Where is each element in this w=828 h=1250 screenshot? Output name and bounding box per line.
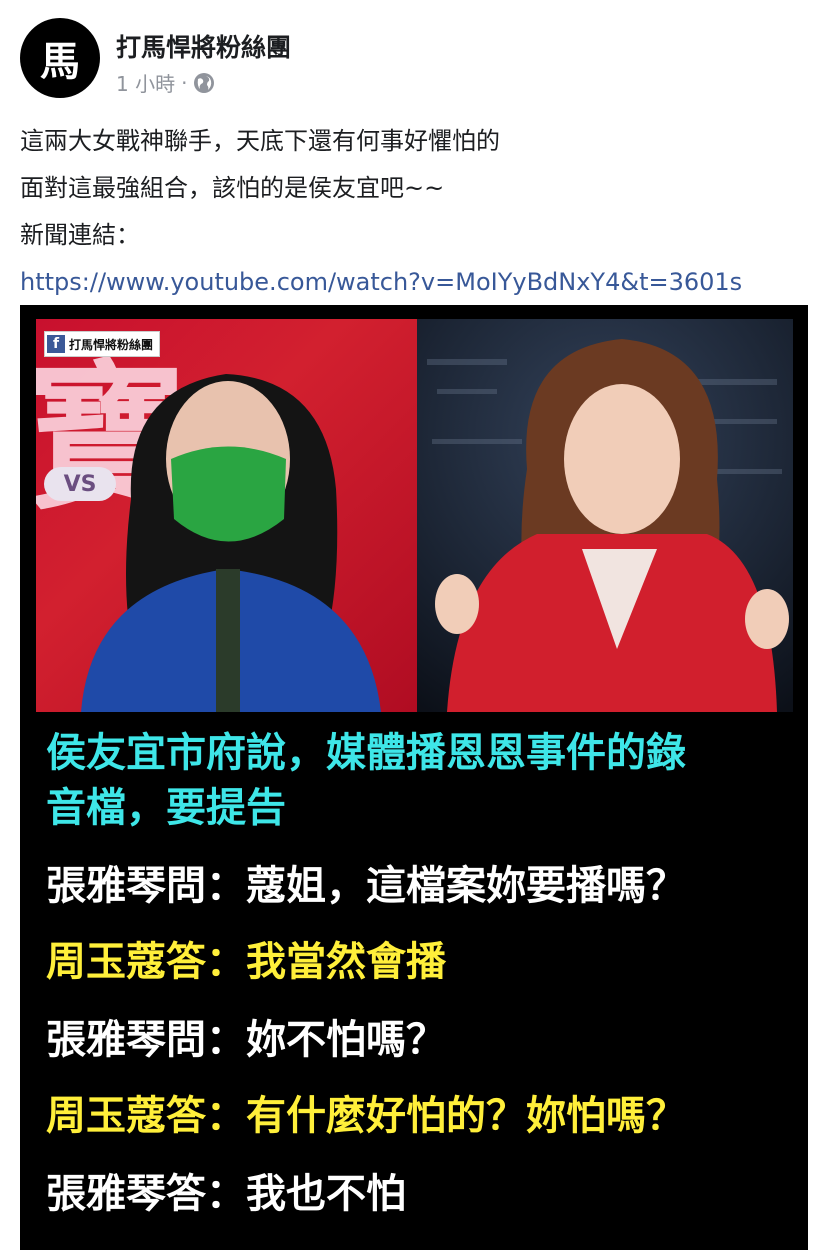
post-text-line: 這兩大女戰神聯手，天底下還有何事好懼怕的 [20, 127, 500, 155]
post-header: 馬 打馬悍將粉絲團 1 小時 · [20, 18, 808, 98]
post-text-line: 面對這最強組合，該怕的是侯友宜吧~~ [20, 174, 445, 202]
caption-line: 張雅琴問：蔻姐，這檔案妳要播嗎？ [46, 863, 686, 909]
avatar[interactable]: 馬 [20, 18, 100, 98]
globe-icon [193, 72, 215, 94]
post-meta: 1 小時 · [116, 68, 215, 97]
post-image[interactable]: 寶 VS f 打馬悍將粉絲團 侯友宜市府說，媒體播恩恩事件的錄 音檔，要提告 張… [20, 305, 808, 1250]
caption-line: 張雅琴答：我也不怕 [46, 1171, 406, 1217]
meta-separator: · [181, 70, 188, 95]
caption-line: 周玉蔻答：有什麼好怕的？妳怕嗎？ [46, 1093, 686, 1139]
post-time[interactable]: 1 小時 [116, 68, 175, 97]
avatar-char: 馬 [40, 38, 80, 85]
post-text-line: 新聞連結： [20, 221, 140, 249]
person-right [427, 339, 789, 712]
page-name[interactable]: 打馬悍將粉絲團 [116, 28, 291, 64]
post-text: 這兩大女戰神聯手，天底下還有何事好懼怕的 面對這最強組合，該怕的是侯友宜吧~~ … [20, 118, 810, 306]
left-video-panel: 寶 VS f 打馬悍將粉絲團 [36, 319, 417, 712]
right-video-panel [417, 319, 793, 712]
caption-line: 侯友宜市府說，媒體播恩恩事件的錄 [46, 730, 686, 776]
news-link[interactable]: https://www.youtube.com/watch?v=MoIYyBdN… [20, 259, 810, 306]
caption-line: 張雅琴問：妳不怕嗎？ [46, 1017, 446, 1063]
caption-line: 周玉蔻答：我當然會播 [46, 939, 446, 985]
caption-line: 音檔，要提告 [46, 785, 286, 831]
person-left [81, 374, 381, 712]
